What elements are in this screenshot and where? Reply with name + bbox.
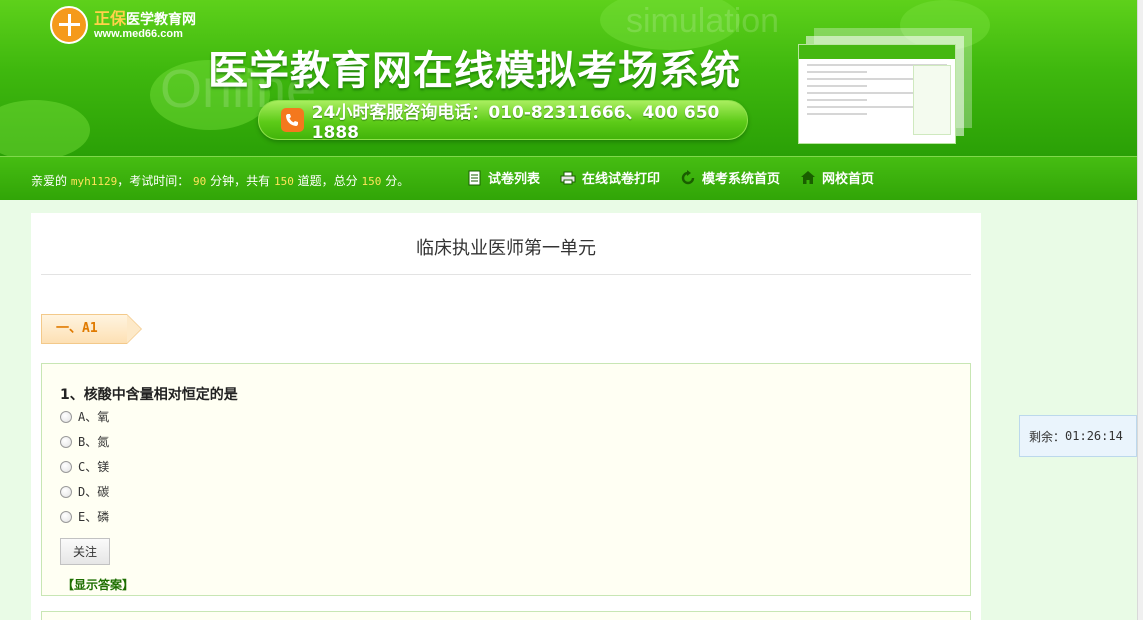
- logo-url: www.med66.com: [94, 28, 183, 41]
- header-banner: simulation Online 正保医学教育网 www.med66.com …: [0, 0, 1137, 156]
- option-c-label: C、镁: [78, 460, 110, 474]
- nav-school-home[interactable]: 网校首页: [800, 168, 874, 187]
- remaining-time-box: 剩余： 01:26:14: [1019, 415, 1137, 457]
- section-tag: 一、A1: [41, 314, 142, 344]
- timer-label: 剩余：: [1029, 429, 1066, 444]
- home-icon: [800, 170, 816, 186]
- option-b-radio[interactable]: [60, 435, 72, 448]
- nav-paper-list-label: 试卷列表: [488, 172, 541, 187]
- hotline-banner: 24小时客服咨询电话：010-82311666、400 650 1888: [258, 100, 748, 143]
- system-preview-image: [798, 44, 956, 144]
- phone-icon: [281, 108, 304, 132]
- greeting-prefix: 亲爱的: [31, 174, 68, 188]
- nav-bar: 亲爱的 myh1129，考试时间： 90 分钟，共有 150 道题，总分 150…: [0, 156, 1137, 200]
- decor-cloud: [900, 0, 990, 50]
- nav-mock-home-label: 模考系统首页: [702, 172, 781, 187]
- nav-mock-home[interactable]: 模考系统首页: [680, 168, 780, 187]
- page-scrollbar[interactable]: [1137, 0, 1143, 620]
- option-d[interactable]: D、碳: [60, 483, 109, 500]
- exam-minutes: 90: [193, 175, 207, 188]
- username: myh1129: [70, 175, 118, 188]
- logo-name: 医学教育网: [126, 11, 197, 28]
- option-b-label: B、氮: [78, 435, 110, 449]
- option-c-radio[interactable]: [60, 460, 72, 473]
- total-score: 150: [361, 175, 382, 188]
- option-e[interactable]: E、磷: [60, 508, 109, 525]
- option-d-label: D、碳: [78, 485, 110, 499]
- minutes-unit: 分钟，共有: [210, 174, 271, 188]
- score-unit: 分。: [385, 174, 410, 188]
- exam-info-text: 亲爱的 myh1129，考试时间： 90 分钟，共有 150 道题，总分 150…: [31, 172, 409, 189]
- option-e-label: E、磷: [78, 510, 110, 524]
- exam-paper: 临床执业医师第一单元 一、A1 1、核酸中含量相对恒定的是 A、氧 B、氮 C、…: [31, 213, 981, 620]
- question-card: 1、核酸中含量相对恒定的是 A、氧 B、氮 C、镁 D、碳 E、磷 关注 【显示…: [41, 363, 971, 596]
- timer-value: 01:26:14: [1065, 429, 1123, 443]
- show-answer-link[interactable]: 【显示答案】: [62, 576, 134, 593]
- option-d-radio[interactable]: [60, 485, 72, 498]
- refresh-icon: [680, 169, 696, 186]
- document-icon: [466, 170, 482, 186]
- system-title: 医学教育网在线模拟考场系统: [208, 48, 741, 94]
- logo-brand: 正保: [94, 8, 127, 28]
- bg-word-simulation: simulation: [626, 2, 780, 40]
- question-count: 150: [273, 175, 294, 188]
- printer-icon: [560, 170, 576, 186]
- paper-title: 临床执业医师第一单元: [41, 213, 971, 275]
- nav-print-paper[interactable]: 在线试卷打印: [560, 168, 660, 187]
- nav-links: 试卷列表 在线试卷打印 模考系统首页 网校首页: [466, 168, 894, 187]
- follow-button[interactable]: 关注: [60, 538, 110, 565]
- option-b[interactable]: B、氮: [60, 433, 109, 450]
- site-logo[interactable]: 正保医学教育网 www.med66.com: [50, 6, 196, 44]
- nav-paper-list[interactable]: 试卷列表: [466, 168, 540, 187]
- decor-cloud: [0, 100, 90, 156]
- logo-cross-icon: [50, 6, 88, 44]
- option-c[interactable]: C、镁: [60, 458, 109, 475]
- nav-print-paper-label: 在线试卷打印: [582, 172, 661, 187]
- option-a-radio[interactable]: [60, 410, 72, 423]
- questions-unit: 道题，总分: [297, 174, 358, 188]
- option-a-label: A、氧: [78, 410, 110, 424]
- hotline-text: 24小时客服咨询电话：010-82311666、400 650 1888: [311, 102, 720, 143]
- nav-school-home-label: 网校首页: [822, 172, 875, 187]
- option-a[interactable]: A、氧: [60, 408, 109, 425]
- exam-time-label: ，考试时间：: [117, 174, 190, 188]
- option-e-radio[interactable]: [60, 510, 72, 523]
- question-text: 1、核酸中含量相对恒定的是: [60, 387, 238, 403]
- next-question-card: [41, 611, 971, 620]
